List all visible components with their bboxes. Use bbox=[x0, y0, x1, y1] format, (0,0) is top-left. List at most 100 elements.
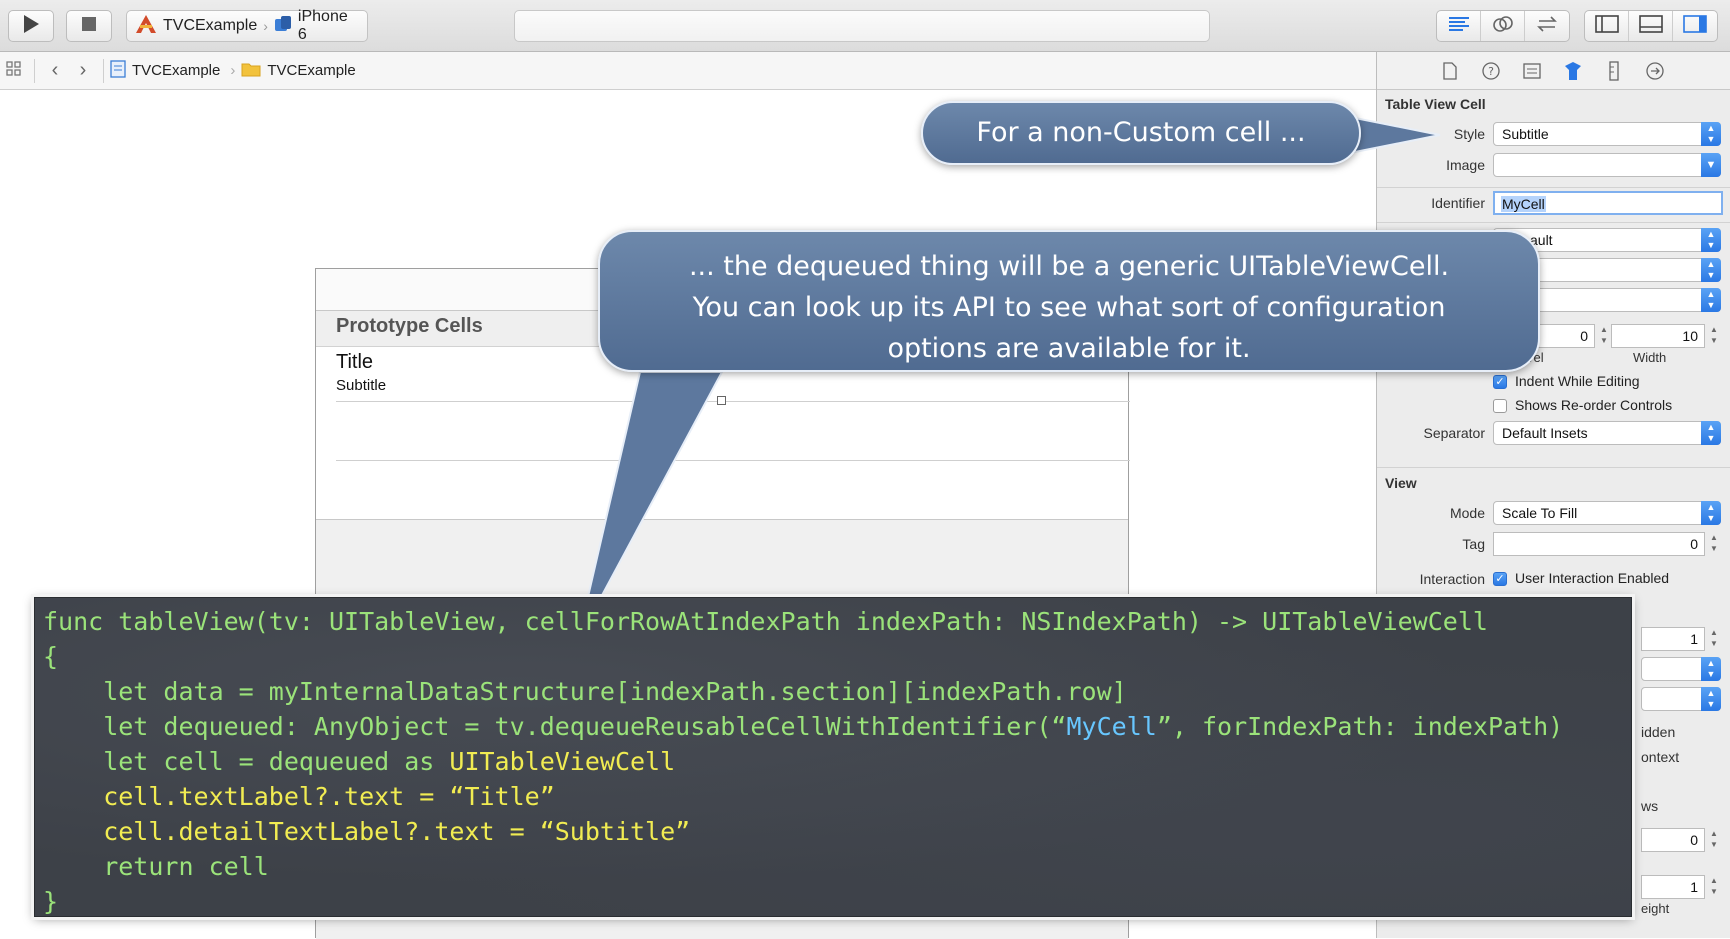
style-label: Style bbox=[1453, 126, 1485, 142]
shows-reorder-label: Shows Re-order Controls bbox=[1515, 397, 1673, 413]
quick-help-tab[interactable]: ? bbox=[1480, 61, 1502, 83]
indent-while-editing-label: Indent While Editing bbox=[1515, 373, 1640, 389]
mode-popup[interactable]: Scale To Fill ▲ ▼ bbox=[1493, 501, 1721, 525]
code-type-highlight: UITableViewCell bbox=[449, 747, 676, 776]
popup-arrows-icon: ▲ ▼ bbox=[1701, 288, 1721, 312]
separator-label: Separator bbox=[1423, 425, 1485, 441]
tag-stepper[interactable]: ▲ ▼ bbox=[1707, 532, 1721, 556]
style-value: Subtitle bbox=[1502, 126, 1549, 142]
xcode-toolbar: TVCExample › iPhone 6 bbox=[0, 0, 1730, 52]
separator-popup[interactable]: Default Insets ▲ ▼ bbox=[1493, 421, 1721, 445]
tag-value: 0 bbox=[1690, 536, 1698, 552]
chevron-down-icon: ▼ bbox=[1701, 153, 1721, 177]
chevron-left-icon: ‹ bbox=[51, 59, 59, 81]
utilities-toggle-button[interactable] bbox=[1673, 11, 1717, 41]
hidden-partial-label: idden bbox=[1641, 724, 1676, 740]
svg-text:?: ? bbox=[1488, 65, 1494, 78]
stop-button[interactable] bbox=[66, 10, 112, 42]
inspector-divider bbox=[1377, 467, 1730, 468]
assistant-editor-button[interactable] bbox=[1481, 11, 1525, 41]
selection-handle[interactable] bbox=[717, 396, 726, 405]
rows-stepper[interactable]: ▲ ▼ bbox=[1707, 828, 1721, 852]
code-line: cell.textLabel?.text = “Title” bbox=[43, 779, 1623, 814]
identifier-field[interactable]: MyCell bbox=[1493, 191, 1723, 215]
identity-inspector-tab[interactable] bbox=[1521, 61, 1543, 83]
tint-popup[interactable]: ▲ ▼ bbox=[1641, 687, 1721, 711]
popup-arrows-icon: ▲ ▼ bbox=[1701, 501, 1721, 525]
rows-field[interactable]: 0 bbox=[1641, 828, 1705, 852]
user-interaction-label: User Interaction Enabled bbox=[1515, 570, 1670, 586]
code-string: “Subtitle” bbox=[539, 817, 691, 846]
user-interaction-checkbox[interactable]: ✓ bbox=[1493, 572, 1507, 586]
run-button[interactable] bbox=[8, 10, 54, 42]
breadcrumb-project[interactable]: TVCExample bbox=[110, 59, 220, 82]
code-line: cell.detailTextLabel?.text = “Subtitle” bbox=[43, 814, 1623, 849]
back-button[interactable]: ‹ bbox=[41, 52, 69, 90]
inspector-divider bbox=[1377, 222, 1730, 223]
code-fragment: cell.detailTextLabel?.text = bbox=[43, 817, 540, 846]
connections-inspector-tab[interactable] bbox=[1644, 61, 1666, 83]
cell-title-label[interactable]: Title bbox=[336, 351, 373, 374]
indent-width-stepper[interactable]: ▲ ▼ bbox=[1707, 324, 1721, 348]
help-icon: ? bbox=[1482, 61, 1500, 83]
indent-level-stepper[interactable]: ▲ ▼ bbox=[1597, 324, 1611, 348]
version-editor-button[interactable] bbox=[1525, 11, 1569, 41]
scheme-project-label: TVCExample bbox=[163, 17, 258, 34]
height-field[interactable]: 1 bbox=[1641, 875, 1705, 899]
callout-line: You can look up its API to see what sort… bbox=[692, 292, 1446, 323]
interaction-label: Interaction bbox=[1419, 571, 1485, 587]
callout-line: ... the dequeued thing will be a generic… bbox=[688, 251, 1450, 282]
identifier-label: Identifier bbox=[1431, 195, 1485, 211]
code-panel: func tableView(tv: UITableView, cellForR… bbox=[34, 597, 1632, 917]
utilities-toggle-icon bbox=[1683, 14, 1707, 38]
indent-while-editing-checkbox[interactable]: ✓ bbox=[1493, 375, 1507, 389]
breadcrumb-group[interactable]: TVCExample bbox=[241, 61, 356, 81]
indent-width-value: 10 bbox=[1682, 328, 1698, 344]
code-line: let cell = dequeued as UITableViewCell bbox=[43, 744, 1623, 779]
jumpbar-divider bbox=[34, 58, 35, 83]
mode-value: Scale To Fill bbox=[1502, 505, 1578, 521]
navigator-toggle-button[interactable] bbox=[1585, 11, 1629, 41]
version-editor-icon bbox=[1536, 15, 1558, 38]
indent-width-field[interactable]: 10 bbox=[1611, 324, 1705, 348]
size-inspector-tab[interactable] bbox=[1603, 60, 1625, 83]
tag-field[interactable]: 0 bbox=[1493, 532, 1705, 556]
scheme-selector[interactable]: TVCExample › iPhone 6 bbox=[126, 8, 368, 43]
grid-icon bbox=[6, 60, 22, 81]
row-separator bbox=[336, 460, 1130, 461]
cell-subtitle-label[interactable]: Subtitle bbox=[336, 377, 386, 394]
style-popup[interactable]: Subtitle ▲ ▼ bbox=[1493, 122, 1721, 146]
stop-icon bbox=[81, 16, 97, 37]
popup-arrows-icon: ▲ ▼ bbox=[1701, 687, 1721, 711]
activity-viewer bbox=[514, 10, 1210, 42]
standard-editor-button[interactable] bbox=[1437, 11, 1481, 41]
related-items-button[interactable] bbox=[0, 52, 28, 90]
callout-non-custom-cell-text: For a non-Custom cell ... bbox=[976, 117, 1306, 148]
assistant-editor-icon bbox=[1492, 15, 1514, 38]
file-inspector-tab[interactable] bbox=[1439, 61, 1461, 83]
jump-bar: ‹ › TVCExample › TVCExample bbox=[0, 52, 1376, 90]
alpha-stepper[interactable]: ▲ ▼ bbox=[1707, 627, 1721, 651]
breadcrumb-chevron-icon: › bbox=[230, 62, 236, 79]
background-popup[interactable]: ▲ ▼ bbox=[1641, 657, 1721, 681]
shows-reorder-checkbox[interactable] bbox=[1493, 399, 1507, 413]
alpha-field[interactable]: 1 bbox=[1641, 627, 1705, 651]
attributes-inspector-tab[interactable] bbox=[1562, 61, 1584, 83]
mode-label: Mode bbox=[1449, 505, 1485, 521]
inspector-tab-bar: ? bbox=[1377, 52, 1730, 90]
image-combobox[interactable]: ▼ bbox=[1493, 153, 1721, 177]
inspector-divider bbox=[1377, 187, 1730, 188]
scheme-device-label: iPhone 6 bbox=[297, 8, 348, 43]
breadcrumb-group-label: TVCExample bbox=[267, 62, 356, 79]
jumpbar-divider bbox=[103, 58, 104, 83]
view-toggle-segmented-control[interactable] bbox=[1584, 10, 1718, 42]
indent-level-field[interactable]: 0 bbox=[1533, 324, 1595, 348]
identifier-value: MyCell bbox=[1501, 196, 1546, 212]
height-stepper[interactable]: ▲ ▼ bbox=[1707, 875, 1721, 899]
debug-area-toggle-button[interactable] bbox=[1629, 11, 1673, 41]
code-line: } bbox=[43, 887, 59, 916]
table-view-cell-section-header: Table View Cell bbox=[1385, 96, 1486, 112]
editor-mode-segmented-control[interactable] bbox=[1436, 10, 1570, 42]
forward-button[interactable]: › bbox=[69, 52, 97, 90]
view-section-header: View bbox=[1385, 475, 1417, 491]
